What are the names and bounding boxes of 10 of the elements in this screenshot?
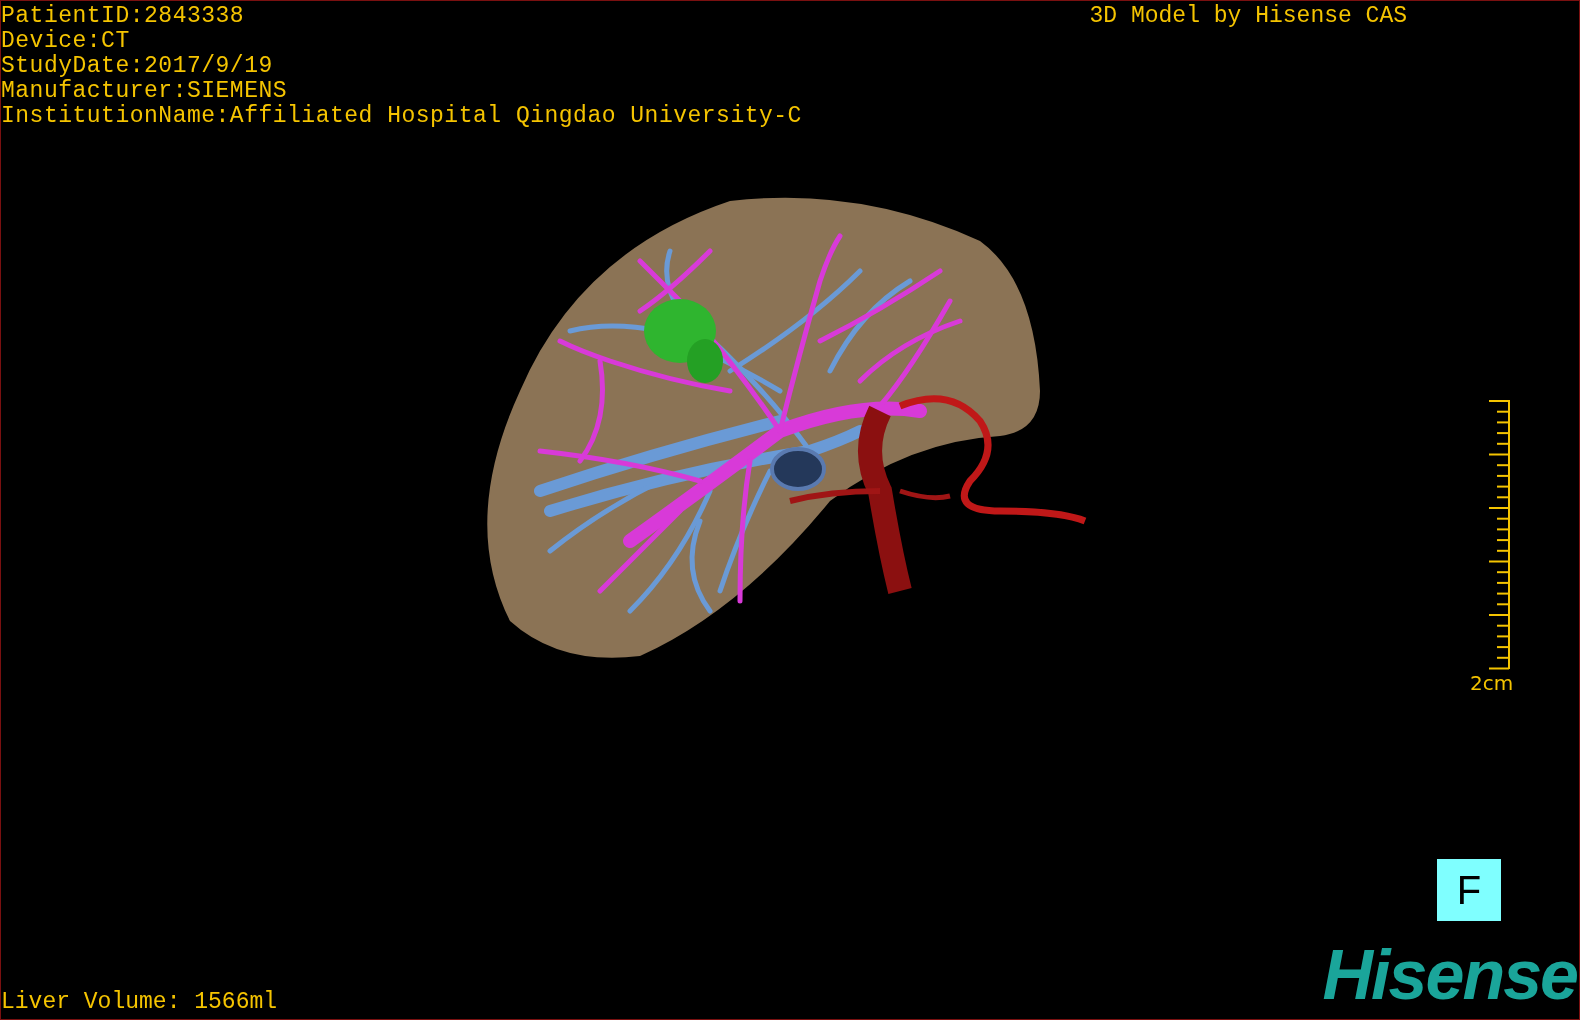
orientation-button[interactable]: F [1437,859,1501,921]
brand-logo: Hisense [1322,945,1577,1005]
study-info-text: StudyDate:2017/9/19 [1,54,274,79]
model-title-text: 3D Model by Hisense CAS [1089,3,1407,29]
study-info-text: InstitutionName:Affiliated Hospital Qingdao University-C [1,104,802,129]
study-info-text: Manufacturer:SIEMENS [1,79,289,104]
study-info-text: Device:CT [1,29,131,54]
liver-volume-text: Liver Volume: 1566ml [1,990,278,1015]
scale-label: 2cm [1470,671,1514,695]
study-info-text: PatientID:2843338 [1,4,246,29]
